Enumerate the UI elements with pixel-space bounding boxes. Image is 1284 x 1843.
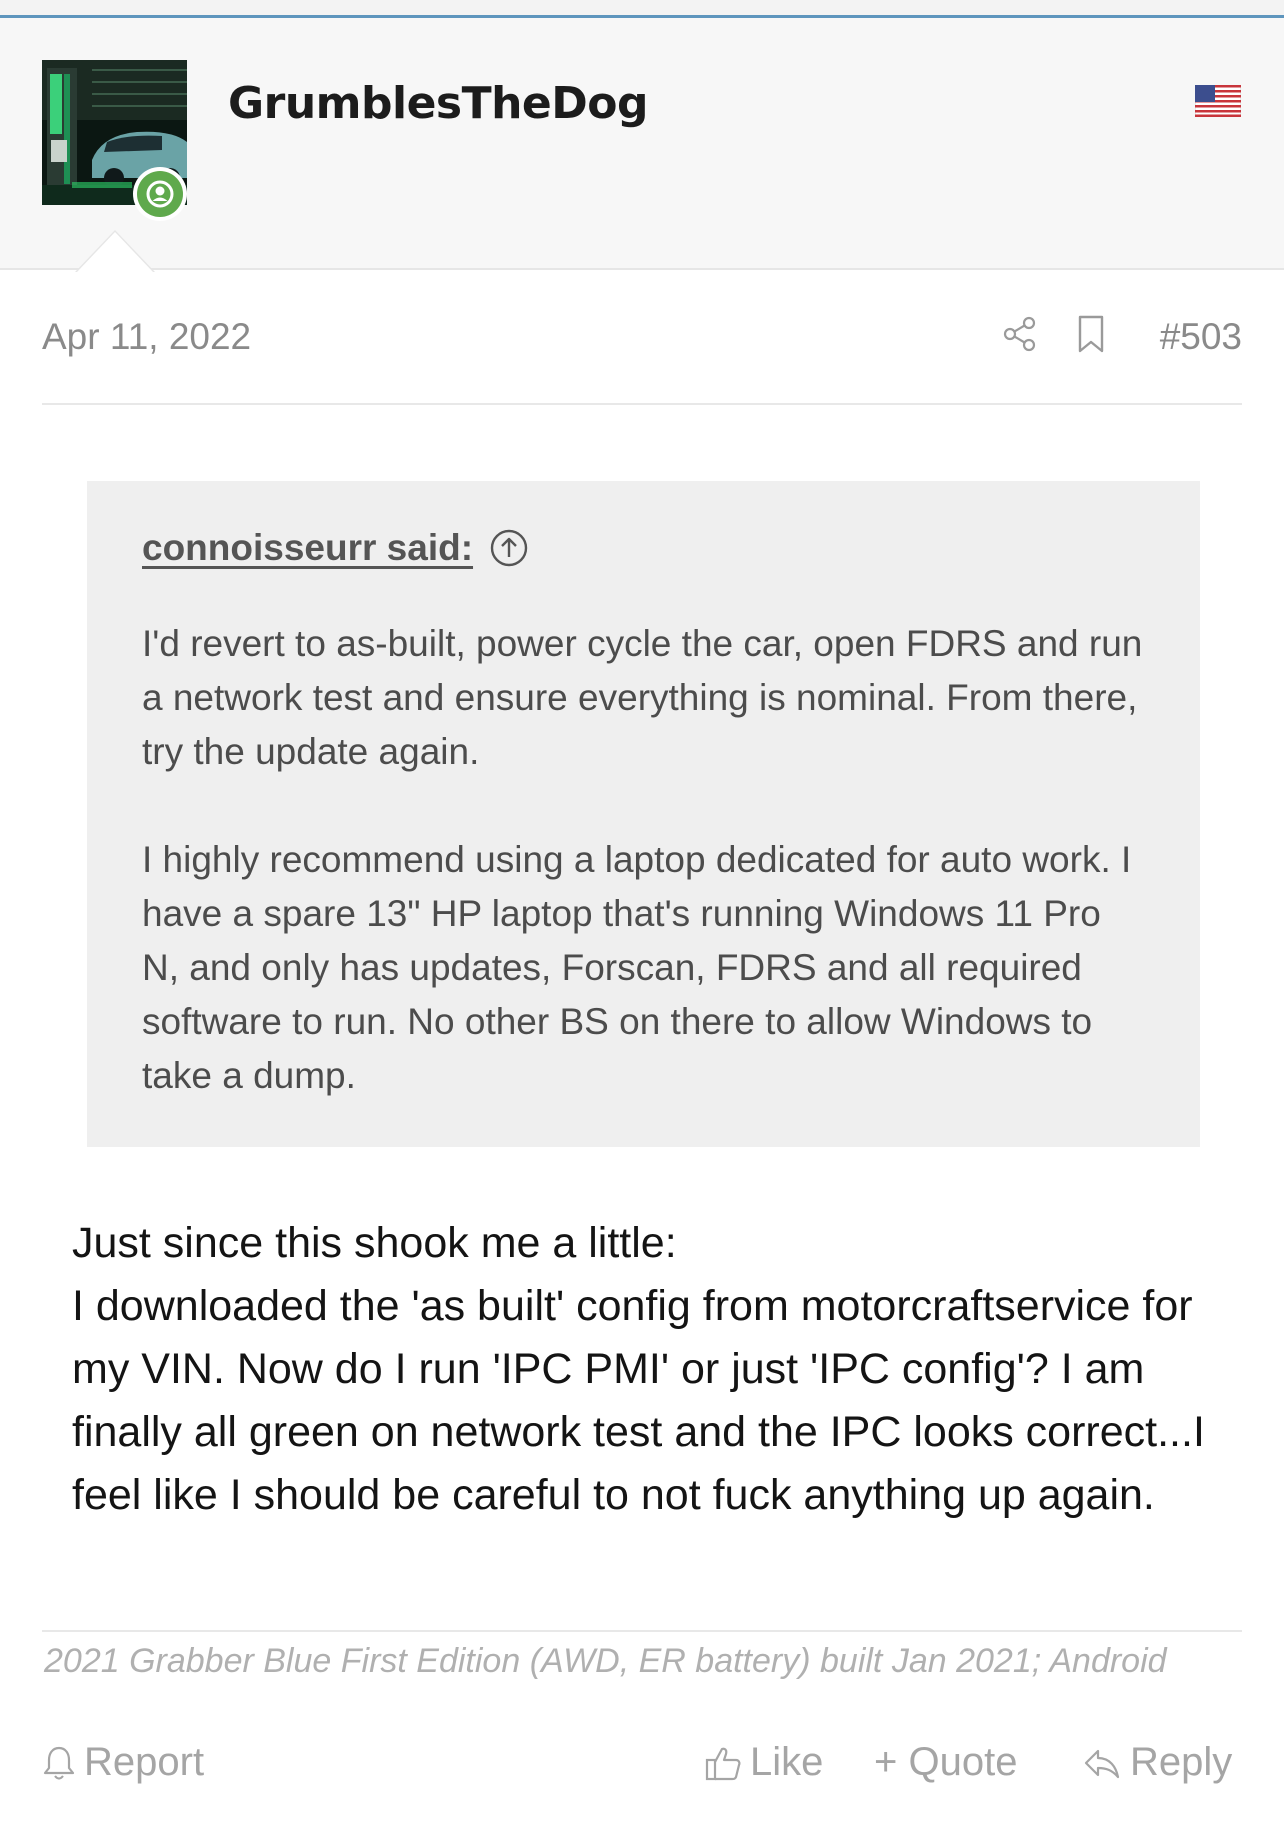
- us-flag-icon: [1195, 85, 1241, 117]
- quote-paragraph: I highly recommend using a laptop dedica…: [142, 839, 1132, 1096]
- bookmark-icon[interactable]: [1074, 314, 1108, 354]
- signature: 2021 Grabber Blue First Edition (AWD, ER…: [44, 1642, 1167, 1680]
- post-body: Just since this shook me a little: I dow…: [72, 1212, 1232, 1527]
- quote-paragraph: I'd revert to as-built, power cycle the …: [142, 623, 1143, 772]
- share-icon[interactable]: [1000, 314, 1040, 354]
- reply-label: Reply: [1130, 1740, 1233, 1784]
- divider: [42, 403, 1242, 405]
- like-label: Like: [750, 1740, 824, 1784]
- quote-label: + Quote: [874, 1740, 1018, 1784]
- post-actions: Report Like + Quote Reply: [42, 1740, 1242, 1800]
- avatar[interactable]: [42, 60, 187, 221]
- arrow-up-circle-icon[interactable]: [489, 528, 529, 568]
- post-date[interactable]: Apr 11, 2022: [42, 316, 251, 358]
- report-button[interactable]: Report: [42, 1740, 204, 1785]
- report-label: Report: [84, 1740, 205, 1784]
- online-status-badge: [133, 167, 187, 221]
- signature-divider: [42, 1630, 1242, 1632]
- quote-body: I'd revert to as-built, power cycle the …: [142, 617, 1145, 1103]
- post-number-link[interactable]: #503: [1160, 316, 1242, 358]
- header-pointer: [77, 232, 153, 272]
- thumbs-up-icon: [705, 1747, 741, 1780]
- quote-block: connoisseurr said: I'd revert to as-buil…: [87, 481, 1200, 1147]
- top-accent-line: [0, 0, 1284, 18]
- post-meta: Apr 11, 2022 #503: [42, 310, 1242, 366]
- user-online-icon: [146, 180, 174, 208]
- post-text-line: I downloaded the 'as built' config from …: [72, 1282, 1205, 1519]
- reply-button[interactable]: Reply: [1082, 1740, 1232, 1785]
- quote-button[interactable]: + Quote: [874, 1740, 1017, 1785]
- like-button[interactable]: Like: [704, 1740, 823, 1785]
- reply-arrow-icon: [1084, 1749, 1120, 1778]
- username[interactable]: GrumblesTheDog: [228, 78, 649, 129]
- quote-attribution: connoisseurr said:: [142, 523, 1145, 573]
- bell-icon: [43, 1746, 75, 1780]
- user-header: GrumblesTheDog: [0, 18, 1284, 272]
- post-text-line: Just since this shook me a little:: [72, 1219, 677, 1267]
- quote-author-link[interactable]: connoisseurr said:: [142, 527, 473, 569]
